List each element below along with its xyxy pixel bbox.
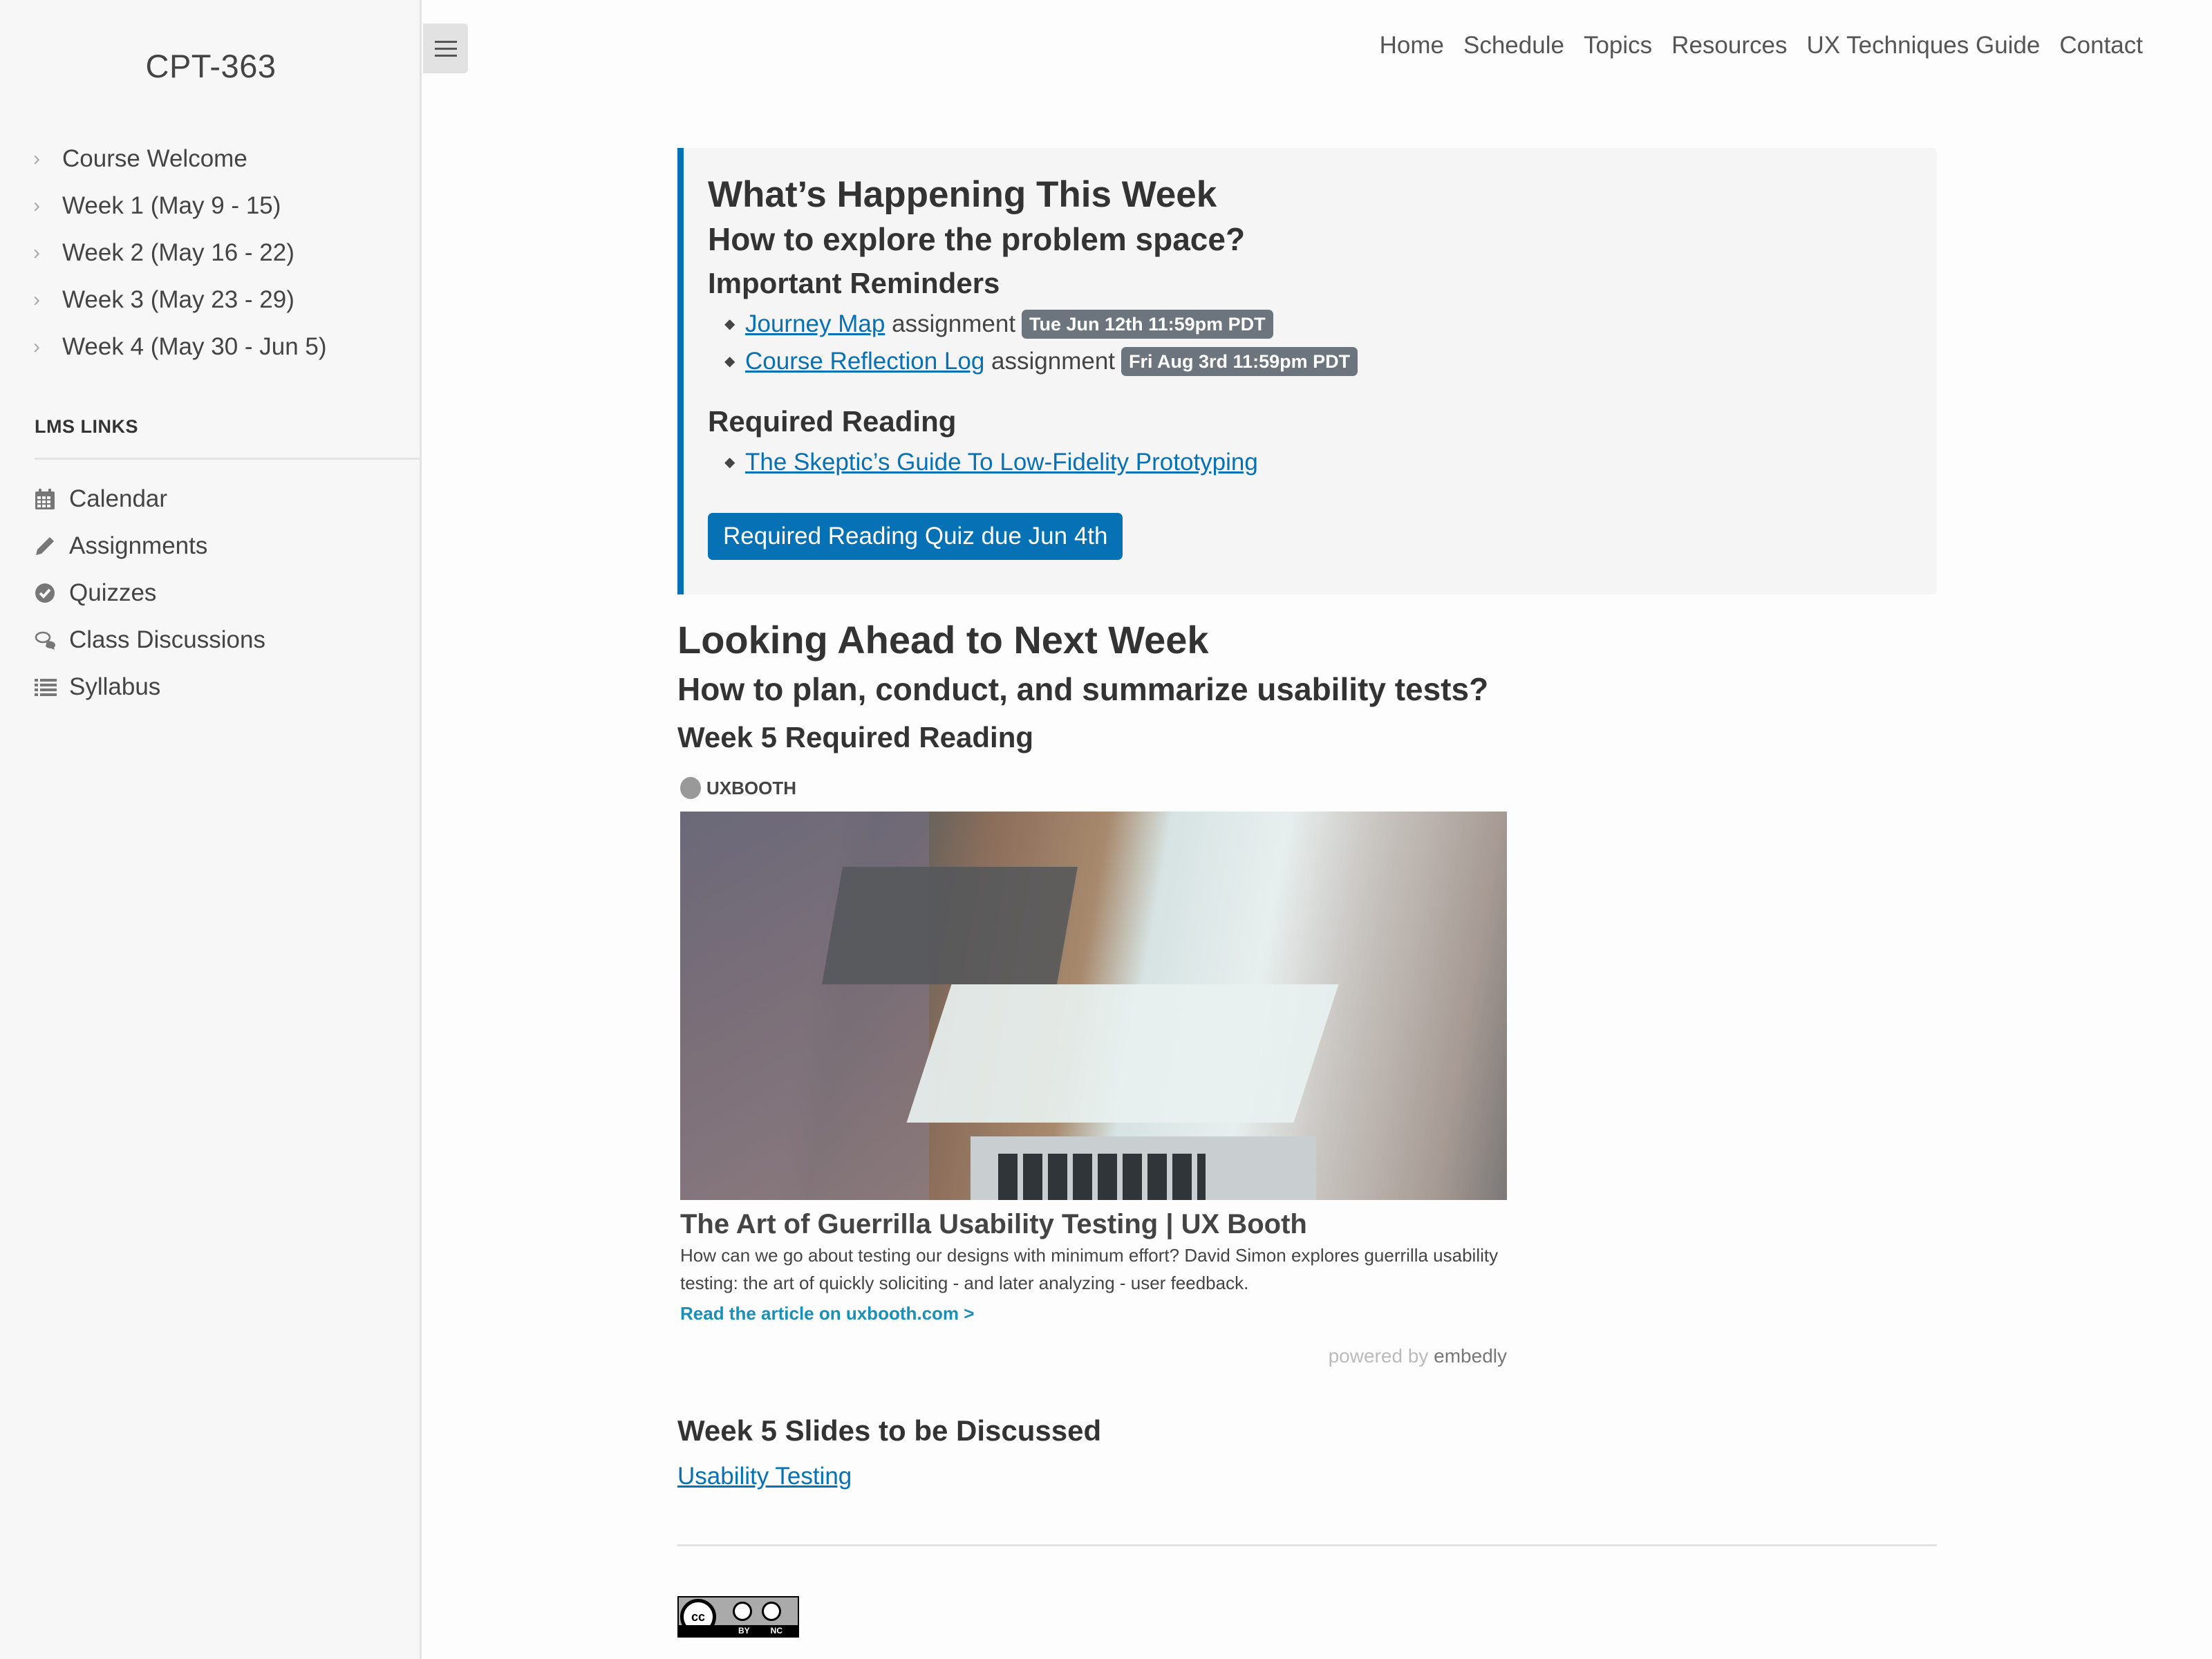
reminders-heading: Important Reminders	[708, 267, 1000, 299]
license-by-label: BY	[738, 1626, 750, 1635]
image-paper	[906, 984, 1339, 1123]
sidebar-item-label: Course Welcome	[62, 145, 247, 172]
pencil-icon	[35, 536, 69, 556]
chevron-right-icon: ›	[33, 241, 40, 264]
noncommercial-icon	[762, 1602, 781, 1621]
lms-links-heading: LMS LINKS	[35, 416, 138, 437]
sidebar-item-label: Week 3 (May 23 - 29)	[62, 286, 294, 313]
license-labels: BY NC	[679, 1625, 798, 1636]
journey-map-link[interactable]: Journey Map	[745, 306, 885, 343]
nav-topics[interactable]: Topics	[1584, 32, 1652, 59]
sidebar-item-course-welcome[interactable]: › Course Welcome	[33, 135, 327, 182]
nav-contact[interactable]: Contact	[2059, 32, 2143, 59]
globe-icon	[680, 777, 701, 799]
lms-link-syllabus[interactable]: Syllabus	[35, 664, 265, 711]
license-nc-label: NC	[770, 1626, 782, 1635]
hamburger-icon	[434, 40, 457, 43]
course-reflection-log-link[interactable]: Course Reflection Log	[745, 343, 984, 380]
lms-link-quizzes[interactable]: Quizzes	[35, 570, 265, 617]
lms-link-label: Calendar	[69, 485, 168, 512]
sidebar-item-week-2[interactable]: › Week 2 (May 16 - 22)	[33, 229, 327, 276]
embed-source: UXBOOTH	[680, 774, 1510, 802]
attribution-icon	[733, 1602, 752, 1621]
readings-list: ◆ The Skeptic’s Guide To Low-Fidelity Pr…	[724, 444, 1913, 481]
sidebar-item-week-4[interactable]: › Week 4 (May 30 - Jun 5)	[33, 324, 327, 371]
embed-title[interactable]: The Art of Guerrilla Usability Testing |…	[680, 1207, 1510, 1241]
cc-license-badge[interactable]: cc BY NC	[677, 1596, 799, 1638]
due-date-badge: Fri Aug 3rd 11:59pm PDT	[1121, 347, 1358, 376]
week5-reading-heading: Week 5 Required Reading	[677, 721, 1034, 753]
next-week-question: How to plan, conduct, and summarize usab…	[677, 671, 1489, 707]
embedly-logo: embedly	[1434, 1345, 1507, 1367]
chevron-right-icon: ›	[33, 335, 40, 358]
course-title[interactable]: CPT-363	[0, 47, 422, 85]
nav-resources[interactable]: Resources	[1671, 32, 1787, 59]
article-image[interactable]	[680, 812, 1507, 1200]
lms-link-label: Syllabus	[69, 673, 161, 700]
this-week-question: How to explore the problem space?	[708, 221, 1246, 257]
powered-by-label: powered by	[1328, 1345, 1429, 1367]
main-content: What’s Happening This Week How to explor…	[677, 148, 1937, 1638]
image-keys	[998, 1154, 1206, 1200]
nav-schedule[interactable]: Schedule	[1463, 32, 1564, 59]
comments-icon	[35, 630, 69, 650]
read-article-link[interactable]: Read the article on uxbooth.com >	[680, 1297, 974, 1330]
nav-home[interactable]: Home	[1380, 32, 1444, 59]
footer-divider	[677, 1544, 1937, 1546]
sidebar-item-label: Week 4 (May 30 - Jun 5)	[62, 333, 327, 360]
article-embed-card[interactable]: UXBOOTH The Art of Guerrilla Usability T…	[680, 774, 1510, 1367]
week-nav: › Course Welcome › Week 1 (May 9 - 15) › We…	[33, 135, 327, 371]
reading-quiz-button[interactable]: Required Reading Quiz due Jun 4th	[708, 513, 1123, 560]
embed-source-label: UXBOOTH	[706, 777, 796, 798]
lms-link-assignments[interactable]: Assignments	[35, 523, 265, 570]
next-week-title: Looking Ahead to Next Week	[677, 618, 1209, 662]
hamburger-icon	[434, 54, 457, 57]
list-item: ◆ Journey Map assignment Tue Jun 12th 11…	[724, 306, 1913, 343]
this-week-title: What’s Happening This Week	[708, 174, 1217, 215]
list-item: ◆ Course Reflection Log assignment Fri A…	[724, 343, 1913, 380]
list-item: ◆ The Skeptic’s Guide To Low-Fidelity Pr…	[724, 444, 1913, 481]
required-reading-heading: Required Reading	[708, 405, 957, 438]
top-nav: Home Schedule Topics Resources UX Techni…	[1380, 32, 2143, 59]
this-week-callout: What’s Happening This Week How to explor…	[677, 148, 1937, 594]
divider	[35, 458, 422, 460]
reading-link[interactable]: The Skeptic’s Guide To Low-Fidelity Prot…	[745, 444, 1258, 481]
check-circle-icon	[35, 583, 69, 603]
chevron-right-icon: ›	[33, 194, 40, 217]
reminders-list: ◆ Journey Map assignment Tue Jun 12th 11…	[724, 306, 1913, 380]
lms-link-label: Assignments	[69, 532, 208, 559]
diamond-bullet-icon: ◆	[724, 354, 735, 369]
sidebar-item-week-1[interactable]: › Week 1 (May 9 - 15)	[33, 182, 327, 229]
sidebar-item-week-3[interactable]: › Week 3 (May 23 - 29)	[33, 276, 327, 324]
sidebar: CPT-363 › Course Welcome › Week 1 (May 9 -…	[0, 0, 422, 1659]
lms-links: Calendar Assignments Quizzes Class Discu…	[35, 476, 265, 711]
reminder-suffix: assignment	[991, 348, 1116, 375]
menu-toggle-button[interactable]	[423, 24, 468, 73]
image-laptop	[822, 867, 1078, 984]
powered-by-embedly[interactable]: powered by embedly	[680, 1345, 1507, 1367]
chevron-right-icon: ›	[33, 288, 40, 311]
lms-link-calendar[interactable]: Calendar	[35, 476, 265, 523]
sidebar-item-label: Week 1 (May 9 - 15)	[62, 192, 281, 219]
diamond-bullet-icon: ◆	[724, 455, 735, 470]
lms-link-label: Class Discussions	[69, 626, 265, 653]
hamburger-icon	[434, 47, 457, 50]
chevron-right-icon: ›	[33, 147, 40, 170]
list-icon	[35, 677, 69, 697]
week5-slides-heading: Week 5 Slides to be Discussed	[677, 1414, 1102, 1447]
diamond-bullet-icon: ◆	[724, 317, 735, 332]
sidebar-item-label: Week 2 (May 16 - 22)	[62, 239, 294, 266]
reminder-suffix: assignment	[892, 310, 1016, 337]
lms-link-label: Quizzes	[69, 579, 157, 606]
nav-ux-techniques-guide[interactable]: UX Techniques Guide	[1806, 32, 2040, 59]
calendar-icon	[35, 488, 69, 510]
lms-link-class-discussions[interactable]: Class Discussions	[35, 617, 265, 664]
usability-testing-slides-link[interactable]: Usability Testing	[677, 1452, 852, 1501]
due-date-badge: Tue Jun 12th 11:59pm PDT	[1022, 310, 1273, 339]
embed-description: How can we go about testing our designs …	[680, 1245, 1499, 1293]
